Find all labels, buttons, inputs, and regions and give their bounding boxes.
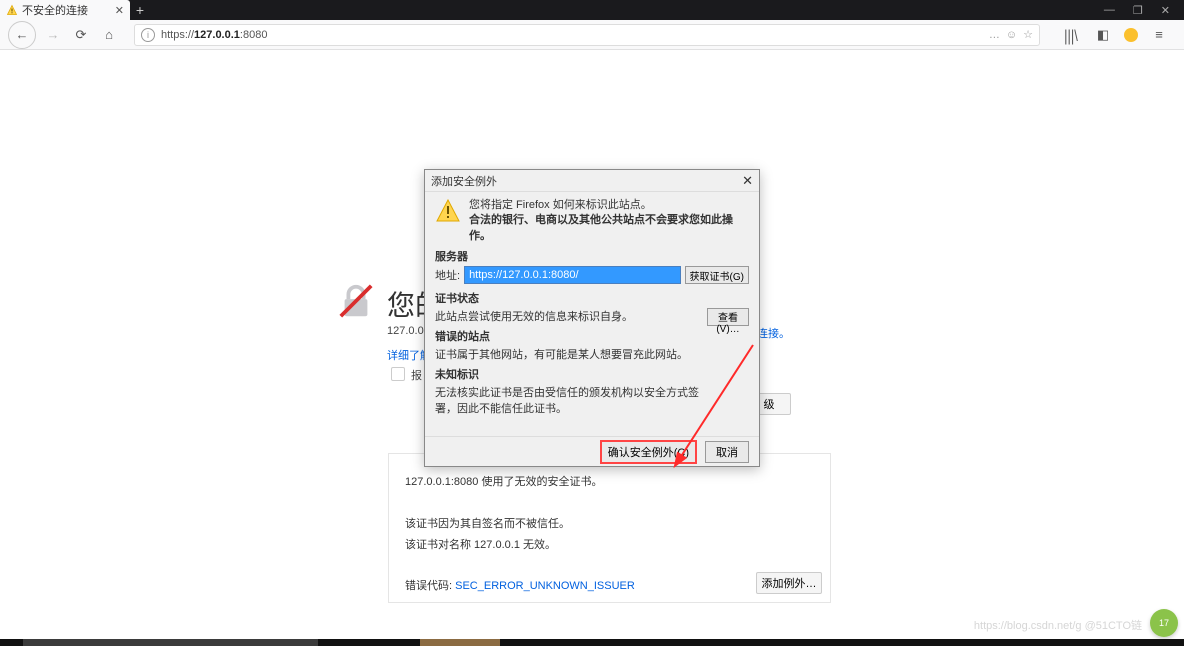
dialog-warn-line2: 合法的银行、电商以及其他公共站点不会要求您如此操作。 bbox=[469, 213, 749, 244]
report-checkbox[interactable] bbox=[391, 367, 405, 381]
page-subtitle: 127.0.0. bbox=[387, 325, 427, 337]
dialog-titlebar[interactable]: 添加安全例外 ✕ bbox=[425, 170, 759, 192]
tab-title: 不安全的连接 bbox=[22, 2, 88, 18]
error-code-label: 错误代码: bbox=[405, 580, 455, 592]
confirm-exception-button[interactable]: 确认安全例外(C) bbox=[600, 440, 697, 464]
dialog-warn-line1: 您将指定 Firefox 如何来标识此站点。 bbox=[469, 198, 749, 213]
forward-button[interactable]: → bbox=[42, 24, 64, 46]
report-label: 报 bbox=[411, 367, 422, 383]
toolbar-right: |||\ ◧ ≡ bbox=[1054, 24, 1176, 46]
cert-status-label: 证书状态 bbox=[435, 290, 749, 306]
wrong-site-text: 证书属于其他网站，有可能是某人想要冒充此网站。 bbox=[435, 346, 749, 362]
wrong-site-label: 错误的站点 bbox=[435, 328, 749, 344]
details-line2: 该证书因为其自签名而不被信任。 bbox=[405, 514, 814, 535]
address-label: 地址: bbox=[435, 267, 460, 283]
details-line1: 127.0.0.1:8080 使用了无效的安全证书。 bbox=[405, 472, 814, 493]
menu-icon[interactable]: ≡ bbox=[1148, 24, 1170, 46]
url-bar[interactable]: i https:// 127.0.0.1 :8080 … ☺ ☆ bbox=[134, 24, 1040, 46]
get-certificate-button[interactable]: 获取证书(G) bbox=[685, 266, 749, 284]
add-exception-dialog: 添加安全例外 ✕ 您将指定 Firefox 如何来标识此站点。 合法的银行、电商… bbox=[424, 169, 760, 467]
cert-details-box: 127.0.0.1:8080 使用了无效的安全证书。 该证书因为其自签名而不被信… bbox=[388, 453, 831, 603]
dialog-footer: 确认安全例外(C) 取消 bbox=[425, 436, 759, 466]
tab-bar: 不安全的连接 ✕ + — ❐ ✕ bbox=[0, 0, 1184, 20]
window-maximize[interactable]: ❐ bbox=[1133, 4, 1143, 17]
watermark-text: https://blog.csdn.net/g @51CTO链 bbox=[974, 617, 1142, 633]
back-button[interactable]: ← bbox=[8, 21, 36, 49]
server-section-label: 服务器 bbox=[435, 248, 749, 264]
window-minimize[interactable]: — bbox=[1104, 4, 1115, 17]
url-host: 127.0.0.1 bbox=[194, 29, 240, 41]
nav-bar: ← → ⟳ ⌂ i https:// 127.0.0.1 :8080 … ☺ ☆… bbox=[0, 20, 1184, 50]
bookmark-icon[interactable]: ☆ bbox=[1023, 28, 1033, 41]
tab-close-icon[interactable]: ✕ bbox=[115, 4, 124, 17]
window-controls: — ❐ ✕ bbox=[1104, 4, 1184, 17]
browser-tab[interactable]: 不安全的连接 ✕ bbox=[0, 0, 130, 20]
dialog-title: 添加安全例外 bbox=[431, 173, 497, 189]
taskbar-segment-2 bbox=[420, 639, 500, 646]
unknown-id-text: 无法核实此证书是否由受信任的颁发机构以安全方式签署，因此不能信任此证书。 bbox=[435, 384, 749, 416]
warning-icon bbox=[435, 198, 461, 224]
profile-icon[interactable] bbox=[1124, 28, 1138, 42]
reload-button[interactable]: ⟳ bbox=[70, 24, 92, 46]
error-code[interactable]: SEC_ERROR_UNKNOWN_ISSUER bbox=[455, 580, 635, 592]
cancel-button[interactable]: 取消 bbox=[705, 441, 749, 463]
library-icon[interactable]: |||\ bbox=[1060, 21, 1082, 47]
url-port: :8080 bbox=[240, 29, 268, 41]
insecure-lock-icon bbox=[337, 282, 375, 320]
address-input[interactable] bbox=[464, 266, 680, 284]
cert-status-text: 此站点尝试使用无效的信息来标识自身。 bbox=[435, 308, 749, 324]
home-button[interactable]: ⌂ bbox=[98, 24, 120, 46]
sidebar-icon[interactable]: ◧ bbox=[1092, 24, 1114, 46]
site-info-icon[interactable]: i bbox=[141, 28, 155, 42]
reader-mode-icon[interactable]: ☺ bbox=[1006, 29, 1017, 41]
unknown-id-label: 未知标识 bbox=[435, 366, 749, 382]
details-line3: 该证书对名称 127.0.0.1 无效。 bbox=[405, 535, 814, 556]
window-close[interactable]: ✕ bbox=[1161, 4, 1170, 17]
view-certificate-button[interactable]: 查看(V)… bbox=[707, 308, 749, 326]
add-exception-button[interactable]: 添加例外… bbox=[756, 572, 822, 594]
dialog-close-icon[interactable]: ✕ bbox=[742, 173, 753, 189]
page-content: 您的 127.0.0. 立连接。 详细了解 报 级 127.0.0.1:8080… bbox=[0, 50, 1184, 646]
new-tab-button[interactable]: + bbox=[130, 2, 150, 18]
taskbar-segment bbox=[23, 639, 318, 646]
url-prefix: https:// bbox=[161, 29, 194, 41]
url-more-icon[interactable]: … bbox=[989, 29, 1000, 41]
floating-badge[interactable]: 17 bbox=[1150, 609, 1178, 637]
warning-icon bbox=[6, 4, 18, 16]
